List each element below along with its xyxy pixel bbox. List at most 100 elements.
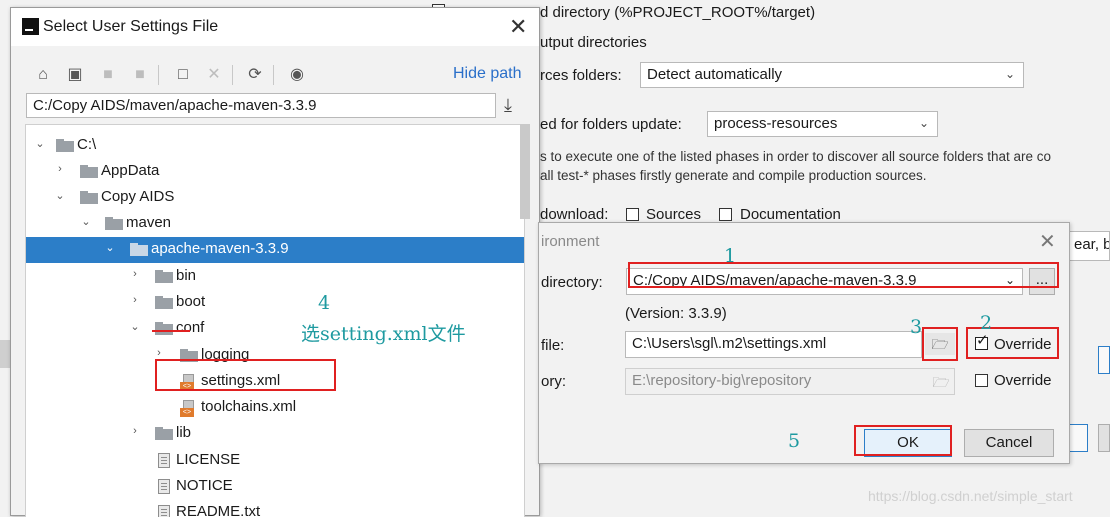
- tree-scrollbar[interactable]: [520, 124, 530, 219]
- folder-icon: [80, 191, 98, 204]
- folder-icon: [80, 165, 98, 178]
- tree-row-boot[interactable]: › boot: [26, 290, 510, 316]
- tree-row-readme[interactable]: README.txt: [26, 500, 510, 517]
- maven-version: (Version: 3.3.9): [625, 305, 727, 322]
- refresh-icon[interactable]: ⟳: [245, 66, 265, 84]
- chevron-right-icon[interactable]: ›: [153, 347, 165, 359]
- tree-row-appdata[interactable]: › AppData: [26, 159, 510, 185]
- annotation-instruction: 选setting.xml文件: [301, 323, 466, 345]
- sources-folders-combo[interactable]: Detect automatically ⌄: [640, 62, 1024, 88]
- chevron-down-icon[interactable]: ⌄: [54, 189, 66, 202]
- tree-label: lib: [176, 424, 192, 441]
- documentation-checkbox-label: Documentation: [740, 206, 841, 223]
- folder-open-icon[interactable]: 🗁: [929, 372, 953, 392]
- tree-label: C:\: [77, 136, 97, 153]
- tree-label: toolchains.xml: [201, 398, 297, 415]
- download-icon[interactable]: ⤓: [504, 95, 512, 116]
- home-icon[interactable]: ⌂: [33, 66, 53, 84]
- left-edge-strip: [0, 340, 10, 368]
- delete-icon[interactable]: ✕: [204, 66, 224, 84]
- annotation-1: 1: [724, 245, 737, 267]
- chevron-right-icon[interactable]: ›: [54, 163, 66, 175]
- new-folder-icon[interactable]: □: [173, 66, 193, 84]
- dialog-title: Select User Settings File: [43, 18, 219, 35]
- close-icon[interactable]: ✕: [1039, 229, 1056, 254]
- hide-path-link[interactable]: Hide path: [453, 65, 522, 83]
- module-folder-icon[interactable]: ■: [130, 66, 150, 84]
- folder-icon: [155, 427, 173, 440]
- cancel-button[interactable]: Cancel: [964, 429, 1054, 457]
- tree-row-toolchains-xml[interactable]: <> toolchains.xml: [26, 395, 510, 421]
- intellij-logo-icon: [22, 18, 39, 35]
- chevron-down-icon[interactable]: ⌄: [104, 241, 116, 254]
- folder-icon: [105, 217, 123, 230]
- annotation-4: 4: [318, 292, 331, 314]
- conf-underline: [152, 330, 190, 332]
- bg-line-2: utput directories: [540, 34, 647, 51]
- sources-folders-label: rces folders:: [540, 67, 622, 84]
- chevron-down-icon: ⌄: [1004, 67, 1015, 81]
- sources-folders-value: Detect automatically: [647, 66, 783, 83]
- sources-checkbox[interactable]: [626, 208, 639, 221]
- phase-value: process-resources: [714, 115, 838, 132]
- folder-icon: [56, 139, 74, 152]
- tree-label: bin: [176, 267, 197, 284]
- desktop-icon[interactable]: ▣: [65, 66, 85, 84]
- right-partial-button-3[interactable]: [1098, 424, 1110, 452]
- tree-label: apache-maven-3.3.9: [151, 240, 289, 257]
- chevron-down-icon[interactable]: ⌄: [80, 215, 92, 228]
- annotation-3: 3: [910, 316, 923, 338]
- show-hidden-icon[interactable]: ◉: [287, 66, 307, 84]
- tree-row-apache-maven[interactable]: ⌄ apache-maven-3.3.9: [26, 237, 524, 263]
- documentation-checkbox[interactable]: [719, 208, 732, 221]
- chevron-right-icon[interactable]: ›: [129, 268, 141, 280]
- annotation-2: 2: [980, 312, 993, 334]
- maven-home-highlight: [628, 262, 1059, 288]
- local-repo-label: ory:: [541, 373, 567, 390]
- settings-file-input[interactable]: C:\Users\sgl\.m2\settings.xml: [625, 331, 922, 358]
- folder-icon: [155, 296, 173, 309]
- folder-icon: [130, 243, 148, 256]
- maven-environment-dialog: ironment ✕ directory: C:/Copy AIDS/maven…: [538, 222, 1070, 464]
- right-partial-button[interactable]: [1098, 346, 1110, 374]
- tree-label: LICENSE: [176, 451, 241, 468]
- close-icon[interactable]: ✕: [509, 14, 527, 40]
- tree-row-maven[interactable]: ⌄ maven: [26, 211, 510, 237]
- right-partial-button-2[interactable]: [1068, 424, 1088, 452]
- tree-row-lib[interactable]: › lib: [26, 421, 510, 447]
- maven-home-label: directory:: [541, 274, 603, 291]
- select-settings-file-dialog: Select User Settings File ✕ ⌂ ▣ ■ ■ □ ✕ …: [10, 7, 540, 517]
- chevron-down-icon: ⌄: [918, 116, 929, 130]
- bg-line-1: d directory (%PROJECT_ROOT%/target): [540, 4, 816, 21]
- toolbar-divider: [232, 65, 233, 85]
- tree-row-c-drive[interactable]: ⌄ C:\: [26, 133, 510, 159]
- xml-file-icon: <>: [180, 400, 196, 417]
- path-input[interactable]: C:/Copy AIDS/maven/apache-maven-3.3.9: [26, 93, 496, 118]
- watermark: https://blog.csdn.net/simple_start: [868, 488, 1073, 504]
- local-repo-input[interactable]: E:\repository-big\repository: [625, 368, 955, 395]
- right-field[interactable]: ear, b: [1068, 231, 1110, 261]
- tree-row-copy-aids[interactable]: ⌄ Copy AIDS: [26, 185, 510, 211]
- chevron-down-icon[interactable]: ⌄: [34, 137, 46, 150]
- browse-settings-highlight: [922, 327, 958, 361]
- annotation-5: 5: [788, 430, 801, 452]
- settings-xml-highlight: [155, 359, 336, 391]
- toolbar-divider: [273, 65, 274, 85]
- text-file-icon: [158, 479, 170, 494]
- text-file-icon: [158, 453, 170, 468]
- phase-combo[interactable]: process-resources ⌄: [707, 111, 938, 137]
- download-label: download:: [540, 206, 609, 223]
- chevron-down-icon[interactable]: ⌄: [129, 320, 141, 333]
- tree-label: AppData: [101, 162, 160, 179]
- chevron-right-icon[interactable]: ›: [129, 294, 141, 306]
- override-repo-checkbox[interactable]: [975, 374, 988, 387]
- tree-row-bin[interactable]: › bin: [26, 264, 510, 290]
- tree-row-license[interactable]: LICENSE: [26, 448, 510, 474]
- tree-label: NOTICE: [176, 477, 233, 494]
- tree-row-notice[interactable]: NOTICE: [26, 474, 510, 500]
- hint-line-1: s to execute one of the listed phases in…: [540, 149, 1052, 164]
- chevron-right-icon[interactable]: ›: [129, 425, 141, 437]
- tree-label: maven: [126, 214, 172, 231]
- tree-label: conf: [176, 319, 205, 336]
- project-folder-icon[interactable]: ■: [98, 66, 118, 84]
